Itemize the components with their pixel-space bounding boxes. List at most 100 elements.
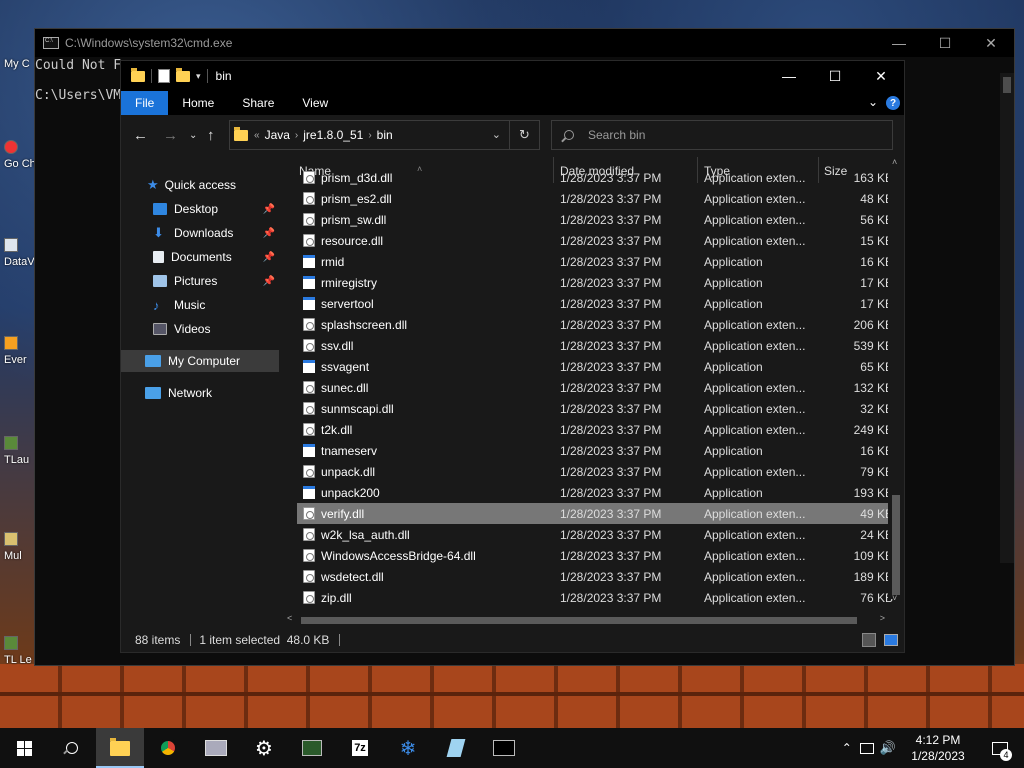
file-row[interactable]: w2k_lsa_auth.dll 1/28/2023 3:37 PM Applica… xyxy=(297,524,893,545)
application-icon xyxy=(303,444,315,457)
up-button[interactable]: ↑ xyxy=(207,127,215,144)
taskbar-terminal[interactable] xyxy=(288,728,336,768)
status-bar: 88 items 1 item selected 48.0 KB xyxy=(121,627,904,652)
tab-view[interactable]: View xyxy=(288,91,342,115)
volume-icon[interactable]: 🔊 xyxy=(880,740,896,756)
refresh-icon[interactable]: ↻ xyxy=(509,121,539,149)
taskbar-7zip[interactable]: 7z xyxy=(336,728,384,768)
address-dropdown-icon[interactable]: ⌄ xyxy=(492,128,501,141)
maximize-button[interactable]: ☐ xyxy=(812,61,858,91)
properties-icon[interactable] xyxy=(158,69,170,83)
large-icons-view-icon[interactable] xyxy=(884,633,898,646)
help-icon[interactable]: ? xyxy=(886,96,900,110)
file-row[interactable]: unpack200 1/28/2023 3:37 PM Application 193… xyxy=(297,482,893,503)
vertical-scrollbar[interactable]: ˄ ˅ xyxy=(888,157,904,603)
address-bar[interactable]: « Java › jre1.8.0_51 › bin ⌄ ↻ xyxy=(229,120,540,150)
file-row[interactable]: prism_sw.dll 1/28/2023 3:37 PM Application… xyxy=(297,209,893,230)
file-row[interactable]: servertool 1/28/2023 3:37 PM Application 17… xyxy=(297,293,893,314)
pin-icon[interactable]: 📌 xyxy=(263,204,275,215)
file-row[interactable]: verify.dll 1/28/2023 3:37 PM Application e… xyxy=(297,503,893,524)
shortcut-icon xyxy=(4,238,18,252)
scroll-right-icon[interactable]: > xyxy=(880,613,885,623)
pin-icon[interactable]: 📌 xyxy=(263,276,275,287)
tab-home[interactable]: Home xyxy=(168,91,228,115)
scroll-down-icon[interactable]: ˅ xyxy=(892,593,897,603)
scroll-left-icon[interactable]: < xyxy=(287,613,292,623)
breadcrumb-java[interactable]: Java xyxy=(265,128,290,142)
system-tray: ⌃ 🔊 4:12 PM 1/28/2023 4 xyxy=(842,728,1024,768)
details-view-icon[interactable] xyxy=(862,632,876,647)
nav-music[interactable]: ♪ Music xyxy=(121,294,279,316)
file-row[interactable]: t2k.dll 1/28/2023 3:37 PM Application exte… xyxy=(297,419,893,440)
file-row[interactable]: prism_d3d.dll 1/28/2023 3:37 PM Applicatio… xyxy=(297,167,893,188)
nav-downloads[interactable]: ⬇ Downloads 📌 xyxy=(121,222,279,244)
nav-pictures[interactable]: Pictures 📌 xyxy=(121,270,279,292)
taskbar-system[interactable] xyxy=(192,728,240,768)
overflow-icon[interactable]: « xyxy=(254,130,260,141)
terminal-icon xyxy=(302,740,322,756)
maximize-button[interactable]: ☐ xyxy=(922,29,968,57)
file-row[interactable]: ssvagent 1/28/2023 3:37 PM Application 65 K… xyxy=(297,356,893,377)
file-row[interactable]: wsdetect.dll 1/28/2023 3:37 PM Application… xyxy=(297,566,893,587)
nav-network[interactable]: Network xyxy=(121,382,279,404)
file-list[interactable]: ˄ Name Date modified Type Size prism_d3d… xyxy=(283,157,903,627)
file-row[interactable]: prism_es2.dll 1/28/2023 3:37 PM Applicatio… xyxy=(297,188,893,209)
pin-icon[interactable]: 📌 xyxy=(263,228,275,239)
file-row[interactable]: tnameserv 1/28/2023 3:37 PM Application 16 … xyxy=(297,440,893,461)
file-row[interactable]: unpack.dll 1/28/2023 3:37 PM Application e… xyxy=(297,461,893,482)
tab-share[interactable]: Share xyxy=(228,91,288,115)
scroll-thumb[interactable] xyxy=(1003,77,1011,93)
taskbar-file-explorer[interactable] xyxy=(96,728,144,768)
file-row[interactable]: WindowsAccessBridge-64.dll 1/28/2023 3:37… xyxy=(297,545,893,566)
file-row[interactable]: rmiregistry 1/28/2023 3:37 PM Application 1… xyxy=(297,272,893,293)
breadcrumb-bin[interactable]: bin xyxy=(377,128,393,142)
close-button[interactable]: ✕ xyxy=(858,61,904,91)
new-folder-icon[interactable] xyxy=(176,67,190,82)
nav-videos[interactable]: Videos xyxy=(121,318,279,340)
file-row[interactable]: splashscreen.dll 1/28/2023 3:37 PM Applica… xyxy=(297,314,893,335)
clock[interactable]: 4:12 PM 1/28/2023 xyxy=(900,732,976,764)
tab-file[interactable]: File xyxy=(121,91,169,115)
scroll-thumb[interactable] xyxy=(301,617,857,624)
minimize-button[interactable]: — xyxy=(766,61,812,91)
file-name: splashscreen.dll xyxy=(321,317,408,332)
recent-locations-icon[interactable]: ⌄ xyxy=(189,130,197,141)
back-button[interactable]: ← xyxy=(133,127,148,144)
explorer-titlebar[interactable]: ▾ bin — ☐ ✕ xyxy=(121,61,904,91)
cmd-scrollbar[interactable] xyxy=(1000,73,1014,563)
file-explorer-window[interactable]: ▾ bin — ☐ ✕ File Home Share View ⌄ ? ← →… xyxy=(120,60,905,653)
minimize-button[interactable]: — xyxy=(876,29,922,57)
start-button[interactable] xyxy=(0,728,48,768)
breadcrumb-jre[interactable]: jre1.8.0_51 xyxy=(303,128,363,142)
nav-desktop[interactable]: Desktop 📌 xyxy=(121,198,279,220)
chevron-right-icon[interactable]: › xyxy=(368,130,371,141)
show-hidden-icons-icon[interactable]: ⌃ xyxy=(842,741,852,755)
taskbar-cmd[interactable] xyxy=(480,728,528,768)
file-row[interactable]: sunec.dll 1/28/2023 3:37 PM Application ex… xyxy=(297,377,893,398)
taskbar-settings[interactable]: ⚙ xyxy=(240,728,288,768)
file-row[interactable]: ssv.dll 1/28/2023 3:37 PM Application exte… xyxy=(297,335,893,356)
file-row[interactable]: zip.dll 1/28/2023 3:37 PM Application exte… xyxy=(297,587,893,608)
search-input[interactable]: Search bin xyxy=(551,120,893,150)
notification-button[interactable]: 4 xyxy=(976,728,1024,768)
horizontal-scrollbar[interactable]: < > xyxy=(283,612,889,628)
network-icon[interactable] xyxy=(859,742,874,754)
taskbar-notepad[interactable] xyxy=(432,728,480,768)
nav-my-computer[interactable]: My Computer xyxy=(121,350,279,372)
taskbar-network-tool[interactable]: ❄ xyxy=(384,728,432,768)
customize-toolbar-icon[interactable]: ▾ xyxy=(196,71,201,82)
taskbar-chrome[interactable] xyxy=(144,728,192,768)
chevron-right-icon[interactable]: › xyxy=(295,130,298,141)
forward-button[interactable]: → xyxy=(163,127,178,144)
file-row[interactable]: resource.dll 1/28/2023 3:37 PM Application… xyxy=(297,230,893,251)
file-row[interactable]: sunmscapi.dll 1/28/2023 3:37 PM Applicatio… xyxy=(297,398,893,419)
pin-icon[interactable]: 📌 xyxy=(263,252,275,263)
expand-ribbon-icon[interactable]: ⌄ xyxy=(868,95,878,109)
close-button[interactable]: ✕ xyxy=(968,29,1014,57)
nav-documents[interactable]: Documents 📌 xyxy=(121,246,279,268)
nav-quick-access[interactable]: ★ Quick access xyxy=(121,174,279,196)
scroll-thumb[interactable] xyxy=(892,495,900,595)
scroll-up-icon[interactable]: ˄ xyxy=(892,157,897,167)
file-row[interactable]: rmid 1/28/2023 3:37 PM Application 16 KB xyxy=(297,251,893,272)
search-button[interactable] xyxy=(48,728,96,768)
